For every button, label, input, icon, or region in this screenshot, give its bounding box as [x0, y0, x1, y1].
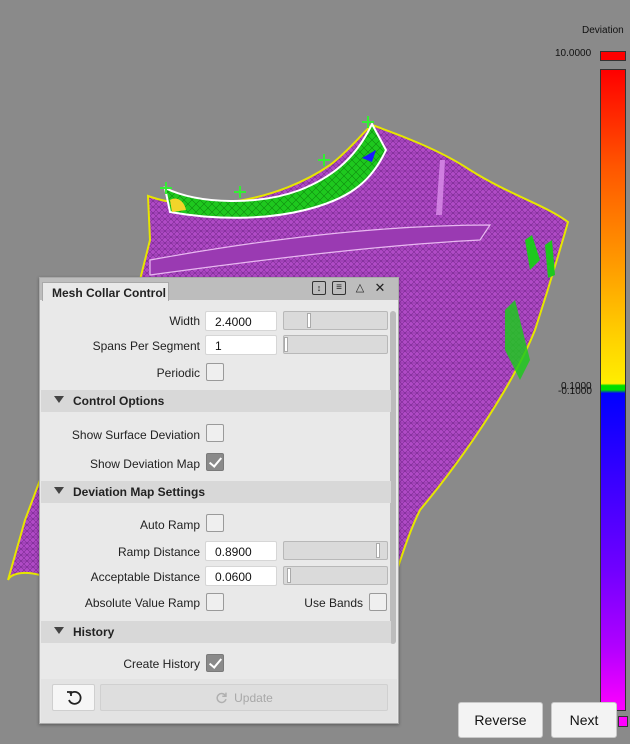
spans-per-segment-label: Spans Per Segment [92, 339, 200, 353]
show-deviation-map-checkbox[interactable] [206, 453, 224, 471]
spans-slider-handle[interactable] [284, 337, 288, 352]
ramp-distance-slider-handle[interactable] [376, 543, 380, 558]
show-surface-deviation-checkbox[interactable] [206, 424, 224, 442]
absolute-value-ramp-label: Absolute Value Ramp [84, 596, 200, 610]
width-field[interactable] [205, 311, 277, 331]
auto-ramp-checkbox[interactable] [206, 514, 224, 532]
periodic-label: Periodic [156, 366, 200, 380]
width-slider[interactable] [283, 311, 388, 330]
update-button[interactable]: Update [100, 684, 388, 711]
legend-max-label: 10.0000 [555, 48, 592, 59]
create-history-label: Create History [123, 657, 200, 671]
history-section-header[interactable]: History [41, 621, 391, 643]
show-surface-deviation-label: Show Surface Deviation [71, 428, 200, 442]
reset-button[interactable] [52, 684, 95, 711]
chevron-down-icon [54, 487, 64, 494]
close-icon[interactable]: ✕ [373, 281, 387, 295]
panel-title-tab[interactable]: Mesh Collar Control [42, 282, 169, 301]
acceptable-distance-label: Acceptable Distance [90, 570, 200, 584]
deviation-map-settings-section-header[interactable]: Deviation Map Settings [41, 481, 391, 503]
deviation-color-ramp [600, 69, 626, 711]
update-label: Update [234, 690, 273, 705]
acceptable-distance-field[interactable] [205, 566, 277, 586]
control-options-title: Control Options [73, 394, 165, 408]
mesh-collar-control-panel: Mesh Collar Control ↕ ≡ △ ✕ Width Spans … [39, 277, 399, 724]
panel-scrollbar[interactable] [390, 311, 396, 644]
ramp-distance-field[interactable] [205, 541, 277, 561]
ramp-distance-label: Ramp Distance [117, 545, 200, 559]
menu-icon[interactable]: ≡ [332, 281, 346, 295]
auto-ramp-label: Auto Ramp [139, 518, 200, 532]
deviation-map-settings-title: Deviation Map Settings [73, 485, 206, 499]
absolute-value-ramp-checkbox[interactable] [206, 593, 224, 611]
ramp-distance-slider[interactable] [283, 541, 388, 560]
chevron-down-icon [54, 396, 64, 403]
periodic-checkbox[interactable] [206, 363, 224, 381]
use-bands-checkbox[interactable] [369, 593, 387, 611]
spans-per-segment-field[interactable] [205, 335, 277, 355]
use-bands-label: Use Bands [304, 596, 363, 610]
show-deviation-map-label: Show Deviation Map [89, 457, 200, 471]
reset-icon [66, 690, 81, 705]
dock-icon[interactable]: ↕ [312, 281, 326, 295]
next-button[interactable]: Next [551, 702, 617, 738]
width-label: Width [169, 314, 200, 328]
legend-min-swatch [618, 716, 628, 727]
chevron-down-icon [54, 627, 64, 634]
legend-title: Deviation [582, 25, 624, 36]
acceptable-distance-slider-handle[interactable] [287, 568, 291, 583]
spans-per-segment-slider[interactable] [283, 335, 388, 354]
refresh-icon [216, 692, 227, 704]
panel-header[interactable]: Mesh Collar Control ↕ ≡ △ ✕ [40, 278, 398, 301]
legend-tolerance-lower-label: -0.1000 [558, 386, 592, 397]
history-title: History [73, 625, 115, 639]
legend-max-swatch [600, 51, 626, 61]
reverse-button[interactable]: Reverse [458, 702, 543, 738]
collapse-icon[interactable]: △ [353, 281, 367, 295]
acceptable-distance-slider[interactable] [283, 566, 388, 585]
control-options-section-header[interactable]: Control Options [41, 390, 391, 412]
width-slider-handle[interactable] [307, 313, 311, 328]
create-history-checkbox[interactable] [206, 654, 224, 672]
